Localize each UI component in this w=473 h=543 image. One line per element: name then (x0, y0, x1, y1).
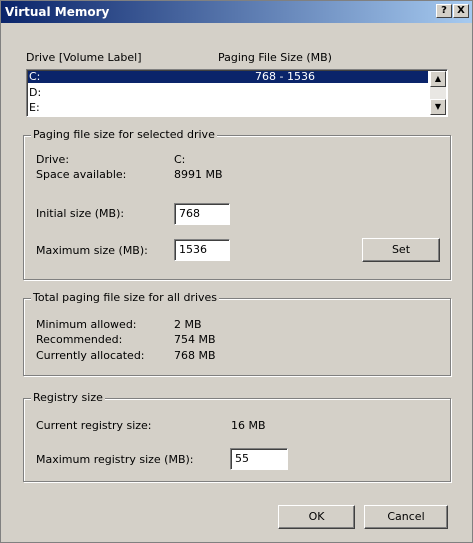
selected-drive-group-label: Paging file size for selected drive (31, 128, 217, 141)
currently-allocated-label: Currently allocated: (36, 349, 145, 362)
maximum-size-label: Maximum size (MB): (36, 244, 148, 257)
drive-value: C: (174, 153, 186, 166)
registry-size-group-label: Registry size (31, 391, 105, 404)
drive-list-item[interactable]: C: 768 - 1536 (28, 71, 428, 83)
scroll-up-icon[interactable]: ▲ (430, 71, 446, 87)
drive-letter: E: (29, 101, 40, 114)
drive-letter: C: (29, 70, 41, 83)
help-button[interactable]: ? (436, 4, 452, 18)
recommended-label: Recommended: (36, 333, 123, 346)
window-title: Virtual Memory (5, 5, 110, 19)
current-registry-size-label: Current registry size: (36, 419, 152, 432)
scroll-down-icon[interactable]: ▼ (430, 99, 446, 115)
drive-list-item[interactable]: E: (28, 102, 428, 114)
current-registry-size-value: 16 MB (231, 419, 266, 432)
drive-column-header: Drive [Volume Label] (26, 51, 142, 64)
space-available-label: Space available: (36, 168, 127, 181)
set-button[interactable]: Set (362, 238, 440, 262)
initial-size-label: Initial size (MB): (36, 207, 125, 220)
minimum-allowed-value: 2 MB (174, 318, 202, 331)
ok-button[interactable]: OK (278, 505, 355, 529)
space-available-value: 8991 MB (174, 168, 223, 181)
currently-allocated-value: 768 MB (174, 349, 216, 362)
drive-list-item[interactable]: D: (28, 87, 428, 99)
virtual-memory-dialog: Virtual Memory ? X Drive [Volume Label] … (0, 0, 473, 543)
recommended-value: 754 MB (174, 333, 216, 346)
drive-letter: D: (29, 86, 42, 99)
drive-list-scrollbar[interactable]: ▲ ▼ (430, 71, 446, 115)
cancel-button[interactable]: Cancel (364, 505, 448, 529)
drive-label: Drive: (36, 153, 70, 166)
initial-size-field[interactable]: 768 (174, 203, 230, 225)
paging-size-column-header: Paging File Size (MB) (218, 51, 332, 64)
maximum-registry-size-field[interactable]: 55 (230, 448, 288, 470)
maximum-registry-size-label: Maximum registry size (MB): (36, 453, 194, 466)
title-bar: Virtual Memory ? X (1, 1, 472, 23)
total-paging-group-label: Total paging file size for all drives (31, 291, 220, 304)
drive-listbox[interactable]: C: 768 - 1536 D: E: ▲ ▼ (26, 69, 448, 117)
close-button[interactable]: X (453, 4, 469, 18)
drive-paging-size: 768 - 1536 (255, 70, 315, 83)
minimum-allowed-label: Minimum allowed: (36, 318, 137, 331)
maximum-size-field[interactable]: 1536 (174, 239, 230, 261)
